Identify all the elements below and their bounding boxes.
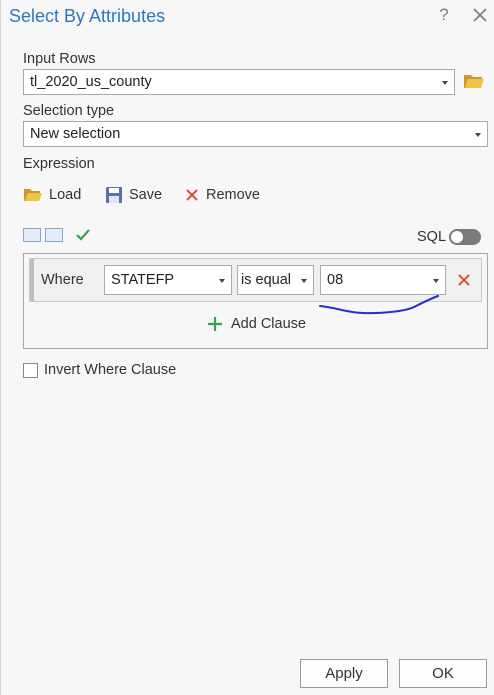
- load-label: Load: [49, 187, 82, 203]
- remove-clause-icon[interactable]: [457, 273, 471, 287]
- drag-handle[interactable]: [30, 259, 34, 301]
- remove-label: Remove: [206, 187, 260, 203]
- selection-type-value: New selection: [30, 126, 121, 142]
- clause-mode-icon[interactable]: [23, 228, 41, 242]
- input-rows-label: Input Rows: [23, 51, 96, 67]
- selection-type-dropdown[interactable]: New selection: [23, 121, 488, 147]
- plus-icon: [208, 317, 222, 331]
- apply-button[interactable]: Apply: [300, 659, 388, 688]
- invert-where-clause[interactable]: Invert Where Clause: [23, 362, 176, 378]
- select-by-attributes-dialog: Select By Attributes ? Input Rows tl_202…: [0, 0, 494, 695]
- expression-mode-buttons: [23, 228, 91, 242]
- chevron-down-icon: [433, 279, 439, 283]
- toggle-knob: [451, 231, 463, 243]
- ok-button[interactable]: OK: [399, 659, 487, 688]
- close-icon[interactable]: [471, 6, 489, 24]
- dialog-title: Select By Attributes: [9, 6, 166, 26]
- chevron-down-icon: [219, 279, 225, 283]
- add-clause-label: Add Clause: [231, 316, 306, 332]
- sql-toggle[interactable]: [449, 229, 481, 245]
- expression-label: Expression: [23, 156, 95, 172]
- chevron-down-icon: [442, 81, 448, 85]
- field-dropdown[interactable]: STATEFP: [104, 265, 232, 295]
- check-icon[interactable]: [75, 228, 91, 242]
- sql-label: SQL: [417, 229, 447, 245]
- operator-dropdown[interactable]: is equal: [237, 265, 314, 295]
- save-button[interactable]: Save: [105, 184, 162, 206]
- remove-x-icon: [186, 189, 198, 201]
- clause-value: 08: [327, 272, 344, 288]
- operator-value: is equal: [241, 272, 291, 288]
- invert-checkbox[interactable]: [23, 362, 38, 378]
- invert-label: Invert Where Clause: [44, 362, 177, 378]
- input-rows-value: tl_2020_us_county: [30, 74, 152, 90]
- chevron-down-icon: [475, 133, 481, 137]
- sql-mode-icon[interactable]: [45, 228, 63, 242]
- field-value: STATEFP: [111, 272, 175, 288]
- where-label: Where: [41, 272, 84, 288]
- save-disk-icon: [106, 187, 122, 203]
- chevron-down-icon: [301, 279, 307, 283]
- load-button[interactable]: Load: [23, 184, 81, 206]
- folder-icon: [24, 189, 42, 201]
- help-button[interactable]: ?: [437, 5, 451, 25]
- input-rows-dropdown[interactable]: tl_2020_us_county: [23, 69, 455, 95]
- annotation-underline: [319, 295, 439, 315]
- add-clause-button[interactable]: Add Clause: [207, 316, 306, 332]
- folder-icon[interactable]: [463, 70, 485, 92]
- save-label: Save: [129, 187, 163, 203]
- selection-type-label: Selection type: [23, 103, 115, 119]
- remove-button[interactable]: Remove: [184, 184, 260, 206]
